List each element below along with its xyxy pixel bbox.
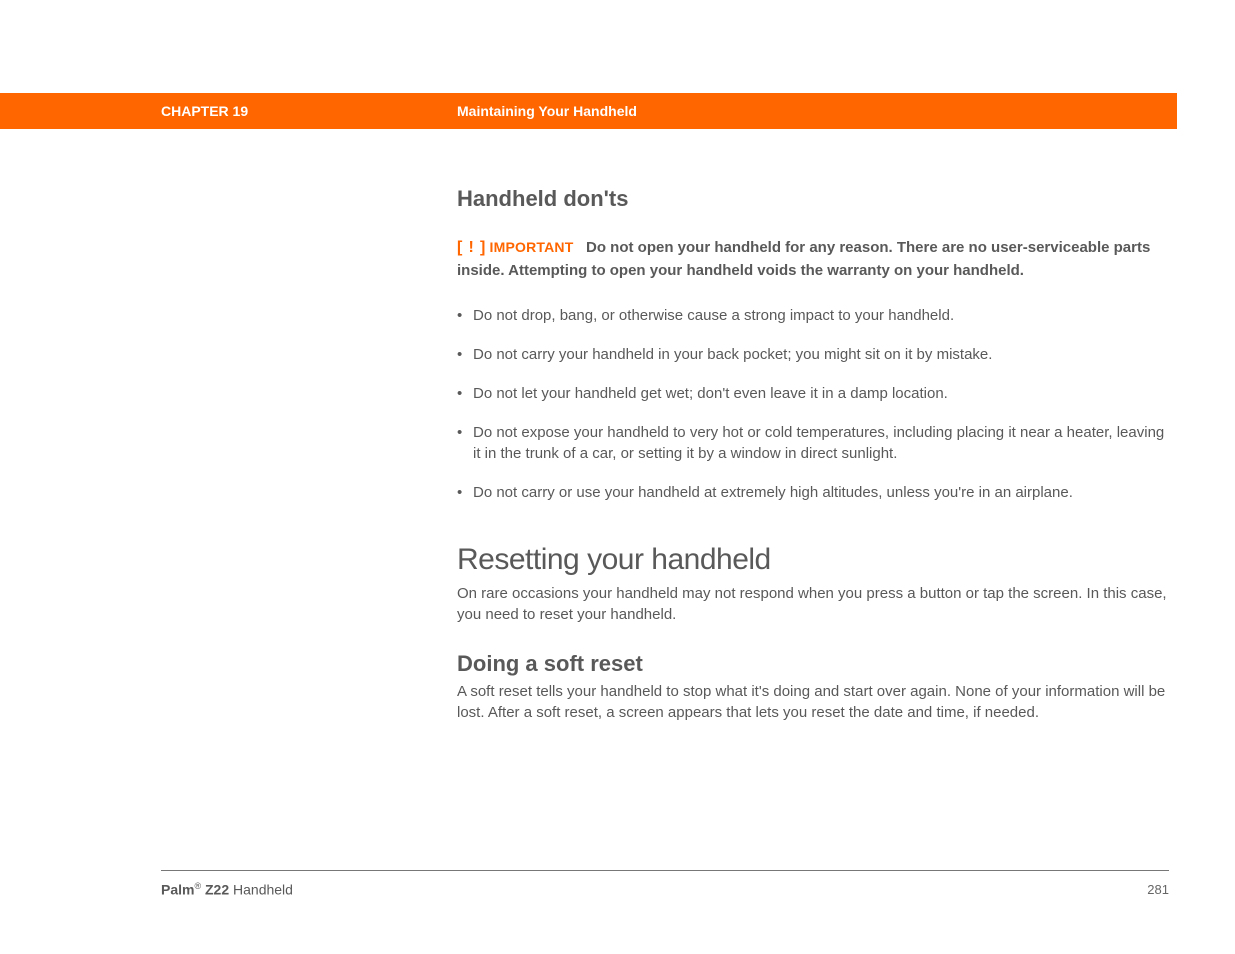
exclamation-icon: ! (467, 239, 476, 256)
chapter-header-bar: CHAPTER 19 Maintaining Your Handheld (0, 93, 1177, 129)
bracket-open: [ (457, 239, 462, 256)
section-heading-resetting: Resetting your handheld (457, 543, 1169, 577)
section-heading-soft-reset: Doing a soft reset (457, 651, 1169, 677)
chapter-title: Maintaining Your Handheld (457, 103, 637, 119)
list-item: Do not expose your handheld to very hot … (457, 422, 1169, 464)
donts-list: Do not drop, bang, or otherwise cause a … (457, 305, 1169, 503)
bracket-close: ] (480, 239, 485, 256)
brand-name: Palm (161, 882, 194, 898)
product-name: Palm® Z22 Handheld (161, 881, 293, 898)
list-item: Do not carry or use your handheld at ext… (457, 482, 1169, 503)
soft-reset-body-text: A soft reset tells your handheld to stop… (457, 681, 1169, 723)
resetting-intro-text: On rare occasions your handheld may not … (457, 583, 1169, 625)
page-footer: Palm® Z22 Handheld 281 (161, 870, 1169, 898)
page-content: Handheld don'ts [ ! ] IMPORTANT Do not o… (457, 186, 1169, 723)
model-name: Z22 (201, 882, 229, 898)
chapter-number-label: CHAPTER 19 (161, 103, 248, 119)
section-heading-donts: Handheld don'ts (457, 186, 1169, 212)
page-number: 281 (1147, 882, 1169, 897)
important-label: IMPORTANT (490, 239, 574, 255)
list-item: Do not drop, bang, or otherwise cause a … (457, 305, 1169, 326)
list-item: Do not carry your handheld in your back … (457, 344, 1169, 365)
product-suffix: Handheld (229, 882, 293, 898)
list-item: Do not let your handheld get wet; don't … (457, 383, 1169, 404)
important-callout: [ ! ] IMPORTANT Do not open your handhel… (457, 236, 1169, 283)
